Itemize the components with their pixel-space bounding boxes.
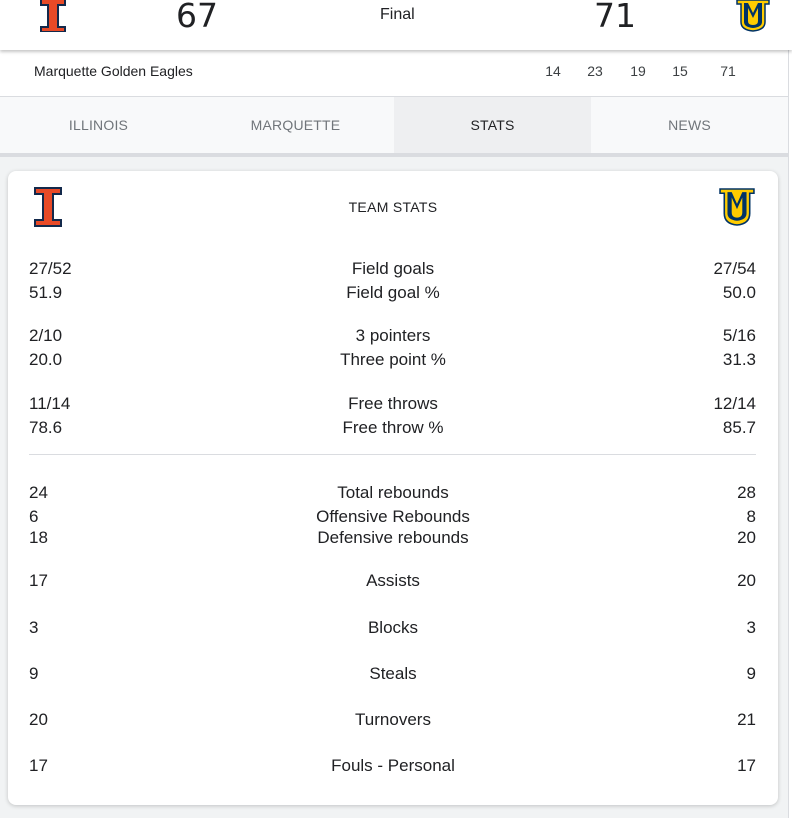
stat-label: Assists <box>366 571 420 590</box>
stat-row-field-goal-pct: 51.9 Field goal % 50.0 <box>8 283 778 305</box>
away-stat-value: 17 <box>737 756 756 775</box>
stat-row-steals: 9 Steals 9 <box>8 664 778 686</box>
stat-row-total-rebounds: 24 Total rebounds 28 <box>8 483 778 505</box>
section-divider <box>29 454 756 455</box>
stat-label: Total rebounds <box>337 483 449 502</box>
away-stat-value: 50.0 <box>722 283 756 302</box>
away-stat-value: 3 <box>746 618 756 637</box>
stat-row-free-throw-pct: 78.6 Free throw % 85.7 <box>8 418 778 440</box>
marquette-logo-icon[interactable] <box>736 0 770 32</box>
stat-label: Free throw % <box>342 418 444 437</box>
game-status: Final <box>380 6 415 23</box>
away-score: 71 <box>594 0 636 35</box>
linescore-row: Marquette Golden Eagles 14 23 19 15 71 <box>0 50 792 97</box>
team-tabs: ILLINOIS MARQUETTE STATS NEWS <box>0 97 788 157</box>
stat-row-free-throws: 11/14 Free throws 12/14 <box>8 394 778 416</box>
away-stat-value: 27/54 <box>713 259 756 278</box>
linescore-q1: 14 <box>545 63 561 79</box>
stat-row-field-goals: 27/52 Field goals 27/54 <box>8 259 778 281</box>
home-score: 67 <box>176 0 218 35</box>
stat-row-three-point-pct: 20.0 Three point % 31.3 <box>8 350 778 372</box>
stat-label: Three point % <box>340 350 446 369</box>
stat-row-turnovers: 20 Turnovers 21 <box>8 710 778 732</box>
linescore-q3: 19 <box>630 63 646 79</box>
away-stat-value: 85.7 <box>722 418 756 437</box>
stat-label: Steals <box>369 664 417 683</box>
team-stats-title: TEAM STATS <box>348 199 438 215</box>
tab-marquette[interactable]: MARQUETTE <box>197 97 394 153</box>
away-stat-value: 9 <box>746 664 756 683</box>
stat-row-assists: 17 Assists 20 <box>8 571 778 593</box>
scrollbar[interactable] <box>788 50 792 818</box>
stat-label: 3 pointers <box>355 326 431 345</box>
away-stat-value: 20 <box>737 571 756 590</box>
score-header: 67 Final 71 <box>0 0 792 50</box>
illinois-logo-icon[interactable] <box>38 0 68 32</box>
tab-news[interactable]: NEWS <box>591 97 788 153</box>
away-stat-value: 5/16 <box>722 326 756 345</box>
stat-row-fouls-personal: 17 Fouls - Personal 17 <box>8 756 778 778</box>
stat-row-offensive-rebounds: 6 Offensive Rebounds 8 <box>8 507 778 529</box>
stat-row-3-pointers: 2/10 3 pointers 5/16 <box>8 326 778 348</box>
away-stat-value: 31.3 <box>722 350 756 369</box>
stat-label: Offensive Rebounds <box>316 507 470 526</box>
stat-label: Defensive rebounds <box>317 528 469 547</box>
away-stat-value: 21 <box>737 710 756 729</box>
stat-row-blocks: 3 Blocks 3 <box>8 618 778 640</box>
stat-label: Free throws <box>348 394 438 413</box>
stat-label: Field goals <box>351 259 435 278</box>
tab-stats[interactable]: STATS <box>394 97 591 153</box>
stat-label: Fouls - Personal <box>331 756 455 775</box>
stat-label: Field goal % <box>346 283 440 302</box>
stat-label: Turnovers <box>355 710 431 729</box>
linescore-q2: 23 <box>587 63 603 79</box>
linescore-q4: 15 <box>672 63 688 79</box>
stat-row-defensive-rebounds: 18 Defensive rebounds 20 <box>8 528 778 550</box>
away-stat-value: 28 <box>737 483 756 502</box>
stat-label: Blocks <box>367 618 419 637</box>
away-stat-value: 8 <box>746 507 756 526</box>
linescore-team-name: Marquette Golden Eagles <box>34 63 193 79</box>
away-stat-value: 12/14 <box>713 394 756 413</box>
marquette-logo-icon <box>719 188 755 226</box>
team-stats-card: TEAM STATS 27/52 Field goals 27/54 51.9 … <box>8 171 778 805</box>
away-stat-value: 20 <box>737 528 756 547</box>
tab-illinois[interactable]: ILLINOIS <box>0 97 197 153</box>
linescore-total: 71 <box>720 63 736 79</box>
